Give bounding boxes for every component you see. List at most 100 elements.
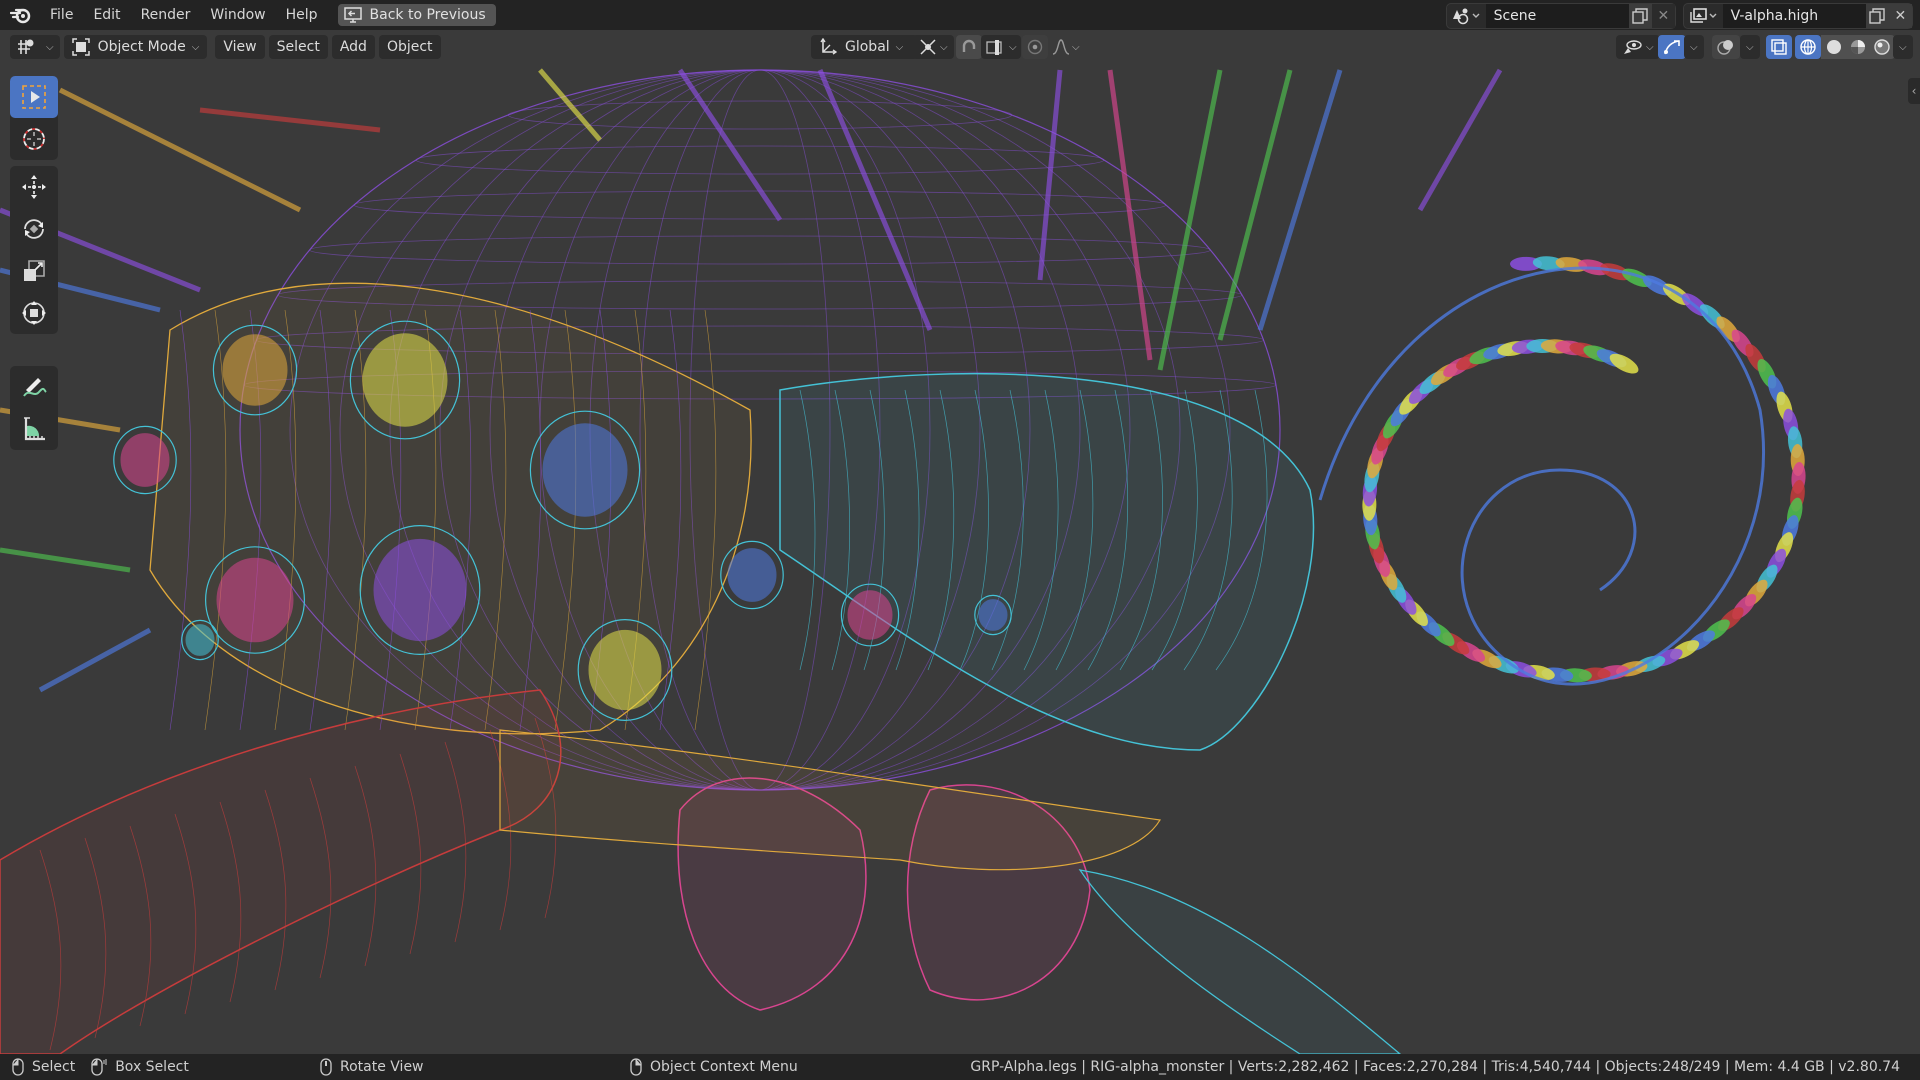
mouse-left-icon [12,1058,24,1076]
wire-snout [779,372,1315,751]
status-hint-rotate-view: Rotate View [320,1058,424,1076]
eye [542,423,628,517]
toolbar-group-transform [10,166,58,334]
eye [978,599,1008,631]
hair-strand [0,547,131,573]
solid-shading-icon[interactable] [1821,35,1847,59]
menu-select[interactable]: Select [268,35,328,59]
xray-icon[interactable] [1766,35,1792,59]
proportional-edit-icon[interactable] [1022,35,1048,59]
material-preview-icon[interactable] [1845,35,1871,59]
eye [362,333,448,427]
hair-strand [817,69,933,331]
hair-strand [1217,69,1293,341]
wire-leg-cyan [1078,869,1402,1054]
toolbar-group-annotate [10,366,58,450]
overlay-icon[interactable] [1712,35,1740,59]
scene-statistics: GRP-Alpha.legs | RIG-alpha_monster | Ver… [970,1059,1900,1075]
mouse-right-icon [630,1058,642,1076]
transform-icon[interactable] [10,292,58,334]
back-to-previous-button[interactable]: Back to Previous [337,4,496,26]
hair-strand [58,87,302,213]
status-hint-context-menu: Object Context Menu [630,1058,798,1076]
view-layer-name-field[interactable]: V-alpha.high [1722,4,1866,28]
mode-selector[interactable]: Object Mode ⌵ [63,35,208,59]
hair-strand [1257,69,1343,331]
wire-dome-parallel [309,235,1211,265]
wireframe-scene[interactable] [0,30,1920,1054]
scene-icon[interactable] [1447,4,1486,28]
menu-window[interactable]: Window [200,2,275,28]
menu-file[interactable]: File [40,2,83,28]
eye [373,538,467,642]
hair-strand [1107,69,1153,361]
wire-leg-red [0,689,562,1054]
status-hint-box-select: Box Select [91,1058,189,1076]
mode-label: Object Mode [97,39,186,55]
eye [588,629,662,711]
hint-context-menu-label: Object Context Menu [650,1059,798,1075]
eye [185,624,215,656]
rendered-shading-icon[interactable] [1869,35,1895,59]
wireframe-shading-icon[interactable] [1795,35,1821,59]
3d-viewport[interactable]: ⌵ Object Mode ⌵ View Select Add Object G… [0,30,1920,1054]
transform-orientation-dropdown[interactable]: Global ⌵ [811,35,917,59]
snap-magnet-icon[interactable] [956,35,982,59]
wire-dome-parallel [415,145,1105,175]
transform-orientation-icon [820,38,837,55]
status-bar: Select Box Select Rotate View Object Con… [0,1054,1920,1080]
menu-object[interactable]: Object [378,35,441,59]
new-scene-copy-icon[interactable] [1628,4,1652,28]
blender-logo-icon[interactable] [8,2,34,28]
eye [727,548,777,602]
toolbar-group-select [10,76,58,160]
snap-increment-icon[interactable]: ⌵ [981,35,1021,59]
scale-icon[interactable] [10,250,58,292]
hint-select-label: Select [32,1059,76,1075]
transform-orientation-label: Global [845,39,890,55]
menu-edit[interactable]: Edit [83,2,130,28]
new-view-layer-copy-icon[interactable] [1865,4,1889,28]
eye [216,557,294,643]
viewport-header: ⌵ Object Mode ⌵ View Select Add Object G… [0,32,1920,62]
hair-strand [677,68,783,222]
menu-add[interactable]: Add [331,35,375,59]
menu-render[interactable]: Render [131,2,201,28]
menu-view[interactable]: View [215,35,265,59]
measure-icon[interactable] [10,408,58,450]
scene-name-field[interactable]: Scene [1485,4,1629,28]
view-layer-icon[interactable] [1684,4,1723,28]
pivot-point-icon[interactable]: ⌵ [912,35,954,59]
object-mode-icon [71,38,90,56]
mouse-middle-icon [320,1058,332,1076]
gizmo-dropdown[interactable]: ⌵ [1684,35,1704,59]
overlay-dropdown[interactable]: ⌵ [1740,35,1760,59]
gizmo-icon[interactable] [1658,35,1686,59]
annotate-icon[interactable] [10,366,58,408]
tentacle-spine [1318,266,1765,686]
delete-scene-close-icon[interactable]: ✕ [1651,4,1675,28]
scene-selector: Scene ✕ [1446,3,1676,29]
shading-dropdown[interactable]: ⌵ [1893,35,1913,59]
select-box-icon[interactable] [10,76,58,118]
mouse-left-drag-icon [91,1058,107,1076]
hint-rotate-view-label: Rotate View [340,1059,424,1075]
top-bar: File Edit Render Window Help Back to Pre… [0,0,1920,30]
visibility-eye-icon[interactable]: ⌵ [1616,35,1660,59]
editor-type-icon[interactable]: ⌵ [10,35,60,59]
menu-help[interactable]: Help [276,2,328,28]
hair-strand [38,627,152,693]
sidebar-toggle-chevron-left-icon[interactable]: ‹ [1908,78,1920,104]
cursor-icon[interactable] [10,118,58,160]
view-layer-selector: V-alpha.high ✕ [1683,3,1913,29]
move-icon[interactable] [10,166,58,208]
wire-jaw [499,729,1161,871]
rotate-icon[interactable] [10,208,58,250]
eye [120,433,170,487]
back-to-previous-label: Back to Previous [369,7,486,23]
hint-box-select-label: Box Select [115,1059,189,1075]
eye [222,334,288,406]
falloff-curve-icon[interactable]: ⌵ [1048,35,1084,59]
delete-view-layer-close-icon[interactable]: ✕ [1888,4,1912,28]
status-hint-select: Select [12,1058,75,1076]
